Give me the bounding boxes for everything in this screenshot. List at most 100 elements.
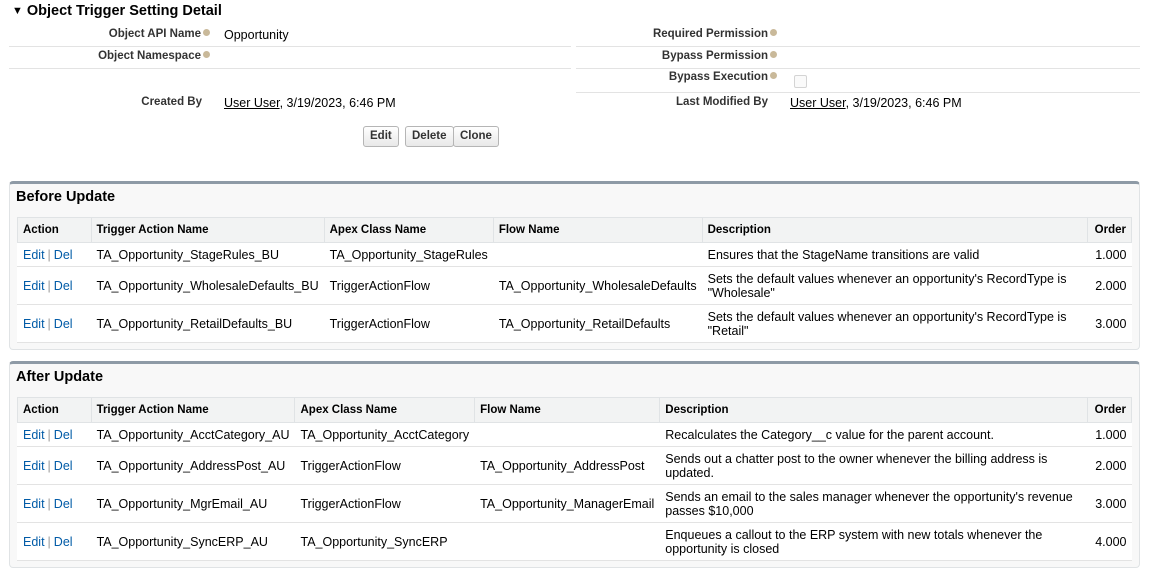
action-cell: Edit | Del: [17, 422, 92, 447]
action-separator: |: [47, 534, 51, 549]
order: 4.000: [1087, 522, 1132, 561]
table-row: Edit | Del TA_Opportunity_AcctCategory_AU …: [17, 422, 1132, 447]
trigger-action-name: TA_Opportunity_StageRules_BU: [91, 242, 325, 267]
action-separator: |: [47, 496, 51, 511]
before-update-table: Action Trigger Action Name Apex Class Na…: [17, 217, 1132, 343]
column-header[interactable]: Flow Name: [492, 217, 703, 243]
edit-link[interactable]: Edit: [23, 459, 45, 473]
description: Enqueues a callout to the ERP system wit…: [659, 522, 1088, 561]
edit-link[interactable]: Edit: [23, 535, 45, 549]
action-separator: |: [47, 278, 51, 293]
column-header[interactable]: Trigger Action Name: [90, 217, 325, 243]
section-header[interactable]: ▼ Object Trigger Setting Detail: [12, 3, 222, 19]
column-header[interactable]: Description: [701, 217, 1089, 243]
help-icon[interactable]: [770, 29, 777, 36]
delete-link[interactable]: Del: [54, 497, 73, 511]
description: Ensures that the StageName transitions a…: [702, 242, 1088, 267]
flow-name: TA_Opportunity_RetailDefaults: [493, 304, 703, 343]
action-cell: Edit | Del: [17, 522, 92, 561]
created-by-date: , 3/19/2023, 6:46 PM: [279, 96, 396, 110]
action-cell: Edit | Del: [17, 446, 92, 485]
edit-link[interactable]: Edit: [23, 317, 45, 331]
object-namespace-label: Object Namespace: [98, 50, 210, 62]
created-by-label: Created By: [141, 96, 202, 108]
edit-link[interactable]: Edit: [23, 279, 45, 293]
description: Sends an email to the sales manager when…: [659, 484, 1088, 523]
bypass-permission-label: Bypass Permission: [662, 50, 777, 62]
apex-class-name: TA_Opportunity_AcctCategory: [294, 422, 475, 447]
delete-link[interactable]: Del: [54, 459, 73, 473]
before-update-panel: Before Update Action Trigger Action Name…: [9, 181, 1140, 350]
object-api-name-value: Opportunity: [224, 28, 289, 42]
divider: [9, 46, 571, 47]
action-separator: |: [47, 247, 51, 262]
required-permission-label: Required Permission: [653, 28, 777, 40]
description: Recalculates the Category__c value for t…: [659, 422, 1088, 447]
edit-link[interactable]: Edit: [23, 248, 45, 262]
trigger-action-name: TA_Opportunity_MgrEmail_AU: [91, 484, 295, 523]
table-header-row: Action Trigger Action Name Apex Class Na…: [17, 397, 1132, 423]
delete-button[interactable]: Delete: [405, 126, 454, 147]
help-icon[interactable]: [770, 51, 777, 58]
order: 3.000: [1087, 484, 1132, 523]
last-modified-date: , 3/19/2023, 6:46 PM: [845, 96, 962, 110]
help-icon[interactable]: [203, 51, 210, 58]
delete-link[interactable]: Del: [54, 248, 73, 262]
apex-class-name: TriggerActionFlow: [294, 446, 475, 485]
column-header[interactable]: Order: [1087, 397, 1132, 423]
divider: [576, 46, 1140, 47]
after-update-title: After Update: [16, 369, 104, 385]
edit-button[interactable]: Edit: [363, 126, 399, 147]
created-by-user-link[interactable]: User User: [224, 96, 280, 110]
last-modified-user-link[interactable]: User User: [790, 96, 846, 110]
column-header[interactable]: Trigger Action Name: [90, 397, 296, 423]
column-header[interactable]: Description: [659, 397, 1089, 423]
apex-class-name: TA_Opportunity_StageRules: [324, 242, 494, 267]
divider: [576, 92, 1140, 93]
help-icon[interactable]: [770, 72, 777, 79]
apex-class-name: TriggerActionFlow: [294, 484, 475, 523]
clone-button[interactable]: Clone: [453, 126, 499, 147]
order: 1.000: [1087, 422, 1132, 447]
edit-link[interactable]: Edit: [23, 428, 45, 442]
apex-class-name: TriggerActionFlow: [324, 304, 494, 343]
delete-link[interactable]: Del: [54, 428, 73, 442]
column-header[interactable]: Apex Class Name: [323, 217, 494, 243]
order: 2.000: [1087, 266, 1132, 305]
before-update-title: Before Update: [16, 189, 116, 205]
description: Sets the default values whenever an oppo…: [702, 304, 1088, 343]
flow-name: [493, 242, 703, 267]
trigger-action-name: TA_Opportunity_SyncERP_AU: [91, 522, 295, 561]
apex-class-name: TA_Opportunity_SyncERP: [294, 522, 475, 561]
delete-link[interactable]: Del: [54, 317, 73, 331]
section-title: Object Trigger Setting Detail: [26, 3, 222, 19]
action-cell: Edit | Del: [17, 304, 91, 343]
action-separator: |: [47, 316, 51, 331]
last-modified-by-value: User User, 3/19/2023, 6:46 PM: [790, 96, 962, 110]
description: Sets the default values whenever an oppo…: [702, 266, 1088, 305]
delete-link[interactable]: Del: [54, 535, 73, 549]
action-cell: Edit | Del: [17, 484, 92, 523]
object-api-name-label: Object API Name: [109, 28, 210, 40]
apex-class-name: TriggerActionFlow: [324, 266, 494, 305]
bypass-execution-label: Bypass Execution: [669, 71, 777, 83]
column-header[interactable]: Apex Class Name: [294, 397, 476, 423]
column-header[interactable]: Order: [1087, 217, 1132, 243]
action-separator: |: [47, 458, 51, 473]
column-header: Action: [17, 397, 92, 423]
trigger-action-name: TA_Opportunity_AcctCategory_AU: [91, 422, 295, 447]
trigger-action-name: TA_Opportunity_RetailDefaults_BU: [91, 304, 325, 343]
order: 1.000: [1087, 242, 1132, 267]
delete-link[interactable]: Del: [54, 279, 73, 293]
after-update-panel: After Update Action Trigger Action Name …: [9, 361, 1140, 568]
divider: [576, 68, 1140, 69]
trigger-action-name: TA_Opportunity_WholesaleDefaults_BU: [91, 266, 325, 305]
table-row: Edit | Del TA_Opportunity_SyncERP_AU TA_Op…: [17, 522, 1132, 561]
collapse-triangle-icon[interactable]: ▼: [12, 5, 23, 17]
table-row: Edit | Del TA_Opportunity_WholesaleDefault…: [17, 266, 1132, 305]
flow-name: [474, 522, 660, 561]
column-header[interactable]: Flow Name: [474, 397, 661, 423]
trigger-action-name: TA_Opportunity_AddressPost_AU: [91, 446, 295, 485]
edit-link[interactable]: Edit: [23, 497, 45, 511]
help-icon[interactable]: [203, 29, 210, 36]
